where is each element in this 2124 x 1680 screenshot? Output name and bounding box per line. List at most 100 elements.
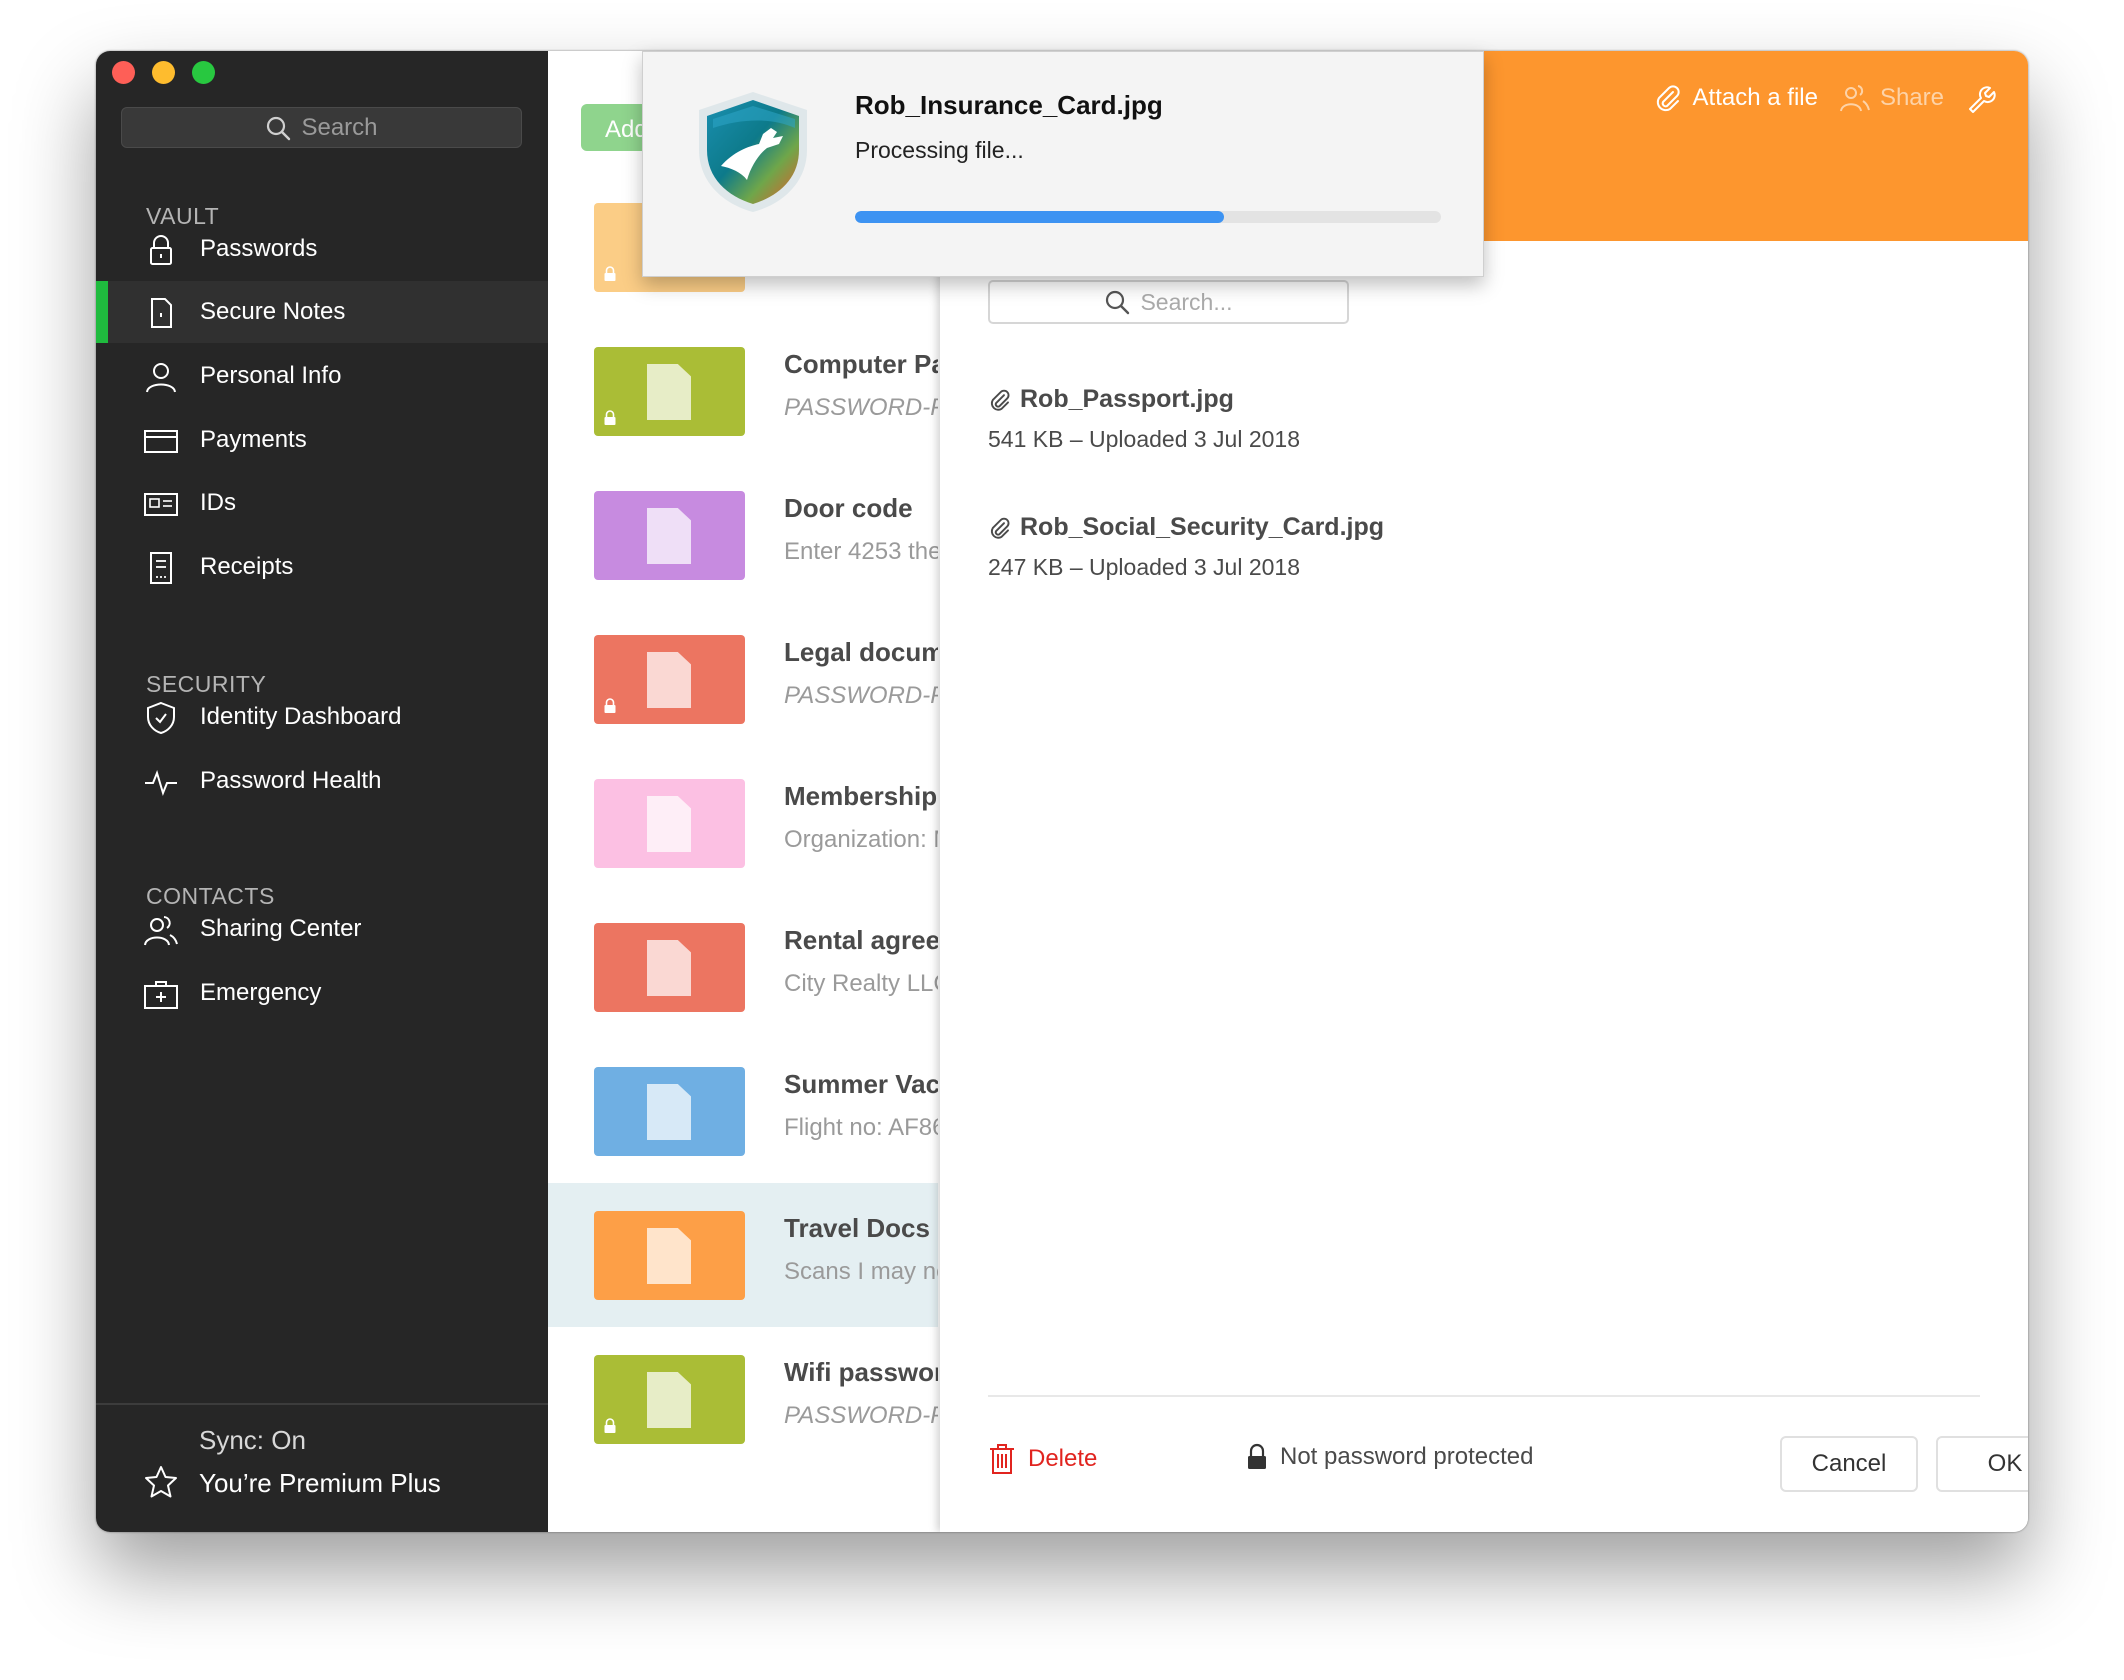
processing-status: Processing file... — [855, 137, 1024, 163]
sidebar-item-label: Passwords — [200, 235, 318, 262]
paperclip-icon — [990, 517, 1010, 539]
processing-file-name: Rob_Insurance_Card.jpg — [855, 90, 1163, 120]
lock-icon — [604, 1418, 616, 1433]
attachment-search-placeholder: Search... — [1140, 288, 1233, 315]
share-label: Share — [1879, 84, 1944, 111]
lock-icon — [604, 698, 616, 713]
lock-icon — [604, 266, 616, 281]
sidebar-item-ids[interactable]: IDs — [96, 472, 548, 534]
note-list-item[interactable]: Memberships Organization: M — [548, 751, 938, 895]
ok-button[interactable]: OK — [1936, 1436, 2028, 1492]
sidebar-item-sharing-center[interactable]: Sharing Center — [96, 898, 548, 960]
note-subtitle: Scans I may ne — [784, 1258, 938, 1285]
note-title: Wifi passwor — [784, 1357, 938, 1387]
sidebar-item-payments[interactable]: Payments — [96, 409, 548, 471]
people-icon — [144, 916, 178, 946]
maximize-window-button[interactable] — [192, 61, 215, 84]
note-thumbnail — [594, 1355, 745, 1444]
note-subtitle: Enter 4253 the — [784, 538, 938, 565]
attachment-name: Rob_Passport.jpg — [1020, 385, 1234, 413]
note-thumbnail — [594, 347, 745, 436]
sidebar-item-identity-dashboard[interactable]: Identity Dashboard — [96, 686, 548, 748]
note-title: Summer Vaca — [784, 1069, 938, 1099]
note-subtitle: PASSWORD-P — [784, 682, 938, 709]
note-thumbnail — [594, 635, 745, 724]
sidebar-item-label: Payments — [200, 426, 307, 453]
cancel-button[interactable]: Cancel — [1780, 1436, 1918, 1492]
sidebar-item-secure-notes[interactable]: Secure Notes — [96, 281, 548, 343]
note-subtitle: PASSWORD-P — [784, 394, 938, 421]
plan-status[interactable]: You’re Premium Plus — [199, 1468, 441, 1499]
sidebar-item-label: Identity Dashboard — [200, 703, 402, 730]
shield-icon — [147, 701, 175, 735]
note-subtitle: PASSWORD-P — [784, 1402, 938, 1429]
sidebar-item-personal-info[interactable]: Personal Info — [96, 345, 548, 407]
note-thumbnail — [594, 923, 745, 1012]
minimize-window-button[interactable] — [152, 61, 175, 84]
trash-icon — [990, 1444, 1014, 1474]
attachment-search-input[interactable]: Search... — [988, 280, 1349, 324]
progress-fill — [855, 211, 1225, 223]
pulse-icon — [145, 769, 177, 797]
person-icon — [146, 363, 176, 393]
sidebar-item-passwords[interactable]: Passwords — [96, 218, 548, 280]
sidebar: Search VAULT Passwords Secure Notes Pers… — [96, 51, 548, 1532]
attach-file-button[interactable]: Attach a file — [1653, 83, 1818, 113]
search-icon — [267, 116, 291, 140]
sidebar-item-label: Emergency — [200, 979, 322, 1006]
sidebar-item-receipts[interactable]: Receipts — [96, 536, 548, 598]
share-button[interactable]: Share — [1839, 83, 1944, 113]
sidebar-item-emergency[interactable]: Emergency — [96, 962, 548, 1024]
note-subtitle: City Realty LLC — [784, 970, 938, 997]
id-card-icon — [144, 493, 178, 516]
first-aid-kit-icon — [144, 981, 178, 1009]
wrench-icon — [1969, 86, 1996, 113]
window-controls — [112, 61, 215, 84]
sidebar-item-label: Sharing Center — [200, 915, 362, 942]
sidebar-search-input[interactable]: Search — [121, 107, 522, 148]
lock-icon — [1248, 1443, 1266, 1469]
note-document-icon — [647, 364, 691, 420]
attach-file-label: Attach a file — [1692, 84, 1818, 111]
note-list-item[interactable]: Rental agree City Realty LLC — [548, 895, 938, 1039]
note-list-item[interactable]: Wifi passwor PASSWORD-P — [548, 1327, 938, 1471]
note-title: Travel Docs — [784, 1213, 930, 1243]
sidebar-item-label: Password Health — [200, 767, 382, 794]
note-toolbar: Attach a file Share — [1653, 83, 1996, 113]
note-title: Rental agree — [784, 925, 938, 955]
note-list-item[interactable]: Legal docum PASSWORD-P — [548, 607, 938, 751]
sidebar-search-placeholder: Search — [301, 113, 378, 141]
sidebar-item-password-health[interactable]: Password Health — [96, 750, 548, 812]
protection-status-label: Not password protected — [1280, 1443, 1534, 1470]
note-document-icon — [647, 1372, 691, 1428]
note-title: Memberships — [784, 781, 938, 811]
search-icon — [1106, 290, 1130, 315]
sidebar-footer: Sync: On You’re Premium Plus — [96, 1403, 548, 1532]
processing-file-dialog: Rob_Insurance_Card.jpg Processing file..… — [642, 51, 1484, 277]
paperclip-icon — [990, 389, 1010, 411]
note-document-icon — [647, 1084, 691, 1140]
sync-status[interactable]: Sync: On — [199, 1425, 306, 1456]
note-list-item[interactable]: Door code Enter 4253 the — [548, 463, 938, 607]
password-protection-toggle[interactable]: Not password protected — [1246, 1443, 1533, 1471]
note-document-icon — [647, 508, 691, 564]
note-title: Legal docum — [784, 637, 938, 667]
attachment-meta: 541 KB – Uploaded 3 Jul 2018 — [988, 426, 1301, 452]
attachment-item[interactable]: Rob_Social_Security_Card.jpg 247 KB – Up… — [988, 513, 1384, 581]
share-people-icon — [1839, 85, 1870, 112]
attachment-item[interactable]: Rob_Passport.jpg 541 KB – Uploaded 3 Jul… — [988, 385, 1300, 453]
note-document-icon — [647, 796, 691, 852]
note-list-item[interactable]: Computer Pa PASSWORD-P — [548, 319, 938, 463]
note-thumbnail — [594, 1211, 745, 1300]
attachment-meta: 247 KB – Uploaded 3 Jul 2018 — [988, 554, 1301, 580]
sidebar-item-label: IDs — [200, 489, 236, 516]
note-document-icon — [647, 940, 691, 996]
settings-button[interactable] — [1966, 83, 1996, 113]
note-title: Door code — [784, 493, 913, 523]
note-thumbnail — [594, 1067, 745, 1156]
delete-button[interactable]: Delete — [988, 1443, 1097, 1475]
note-list-item[interactable]: Summer Vaca Flight no: AF86 — [548, 1039, 938, 1183]
processing-progress-bar — [855, 211, 1441, 223]
note-list-item[interactable]: Travel Docs Scans I may ne — [548, 1183, 938, 1327]
close-window-button[interactable] — [112, 61, 135, 84]
